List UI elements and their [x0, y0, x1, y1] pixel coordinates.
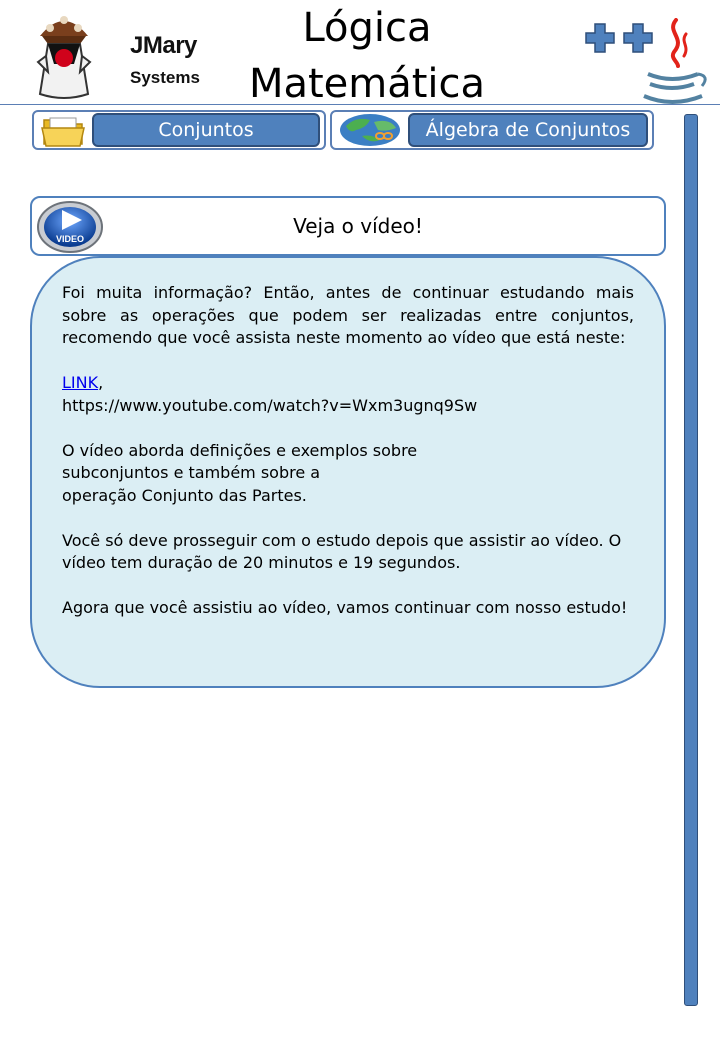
- nav-algebra-de-conjuntos[interactable]: Álgebra de Conjuntos: [330, 110, 654, 150]
- content-box: Foi muita informação? Então, antes de co…: [30, 256, 666, 688]
- link-suffix: ,: [98, 373, 104, 392]
- folder-icon: [41, 117, 85, 147]
- header-divider: [0, 104, 720, 105]
- nav-algebra-label: Álgebra de Conjuntos: [425, 119, 631, 141]
- logo-brand-line1: JMary: [130, 32, 197, 59]
- page-title-line1: Lógica: [302, 5, 432, 51]
- video-url: https://www.youtube.com/watch?v=Wxm3ugnq…: [62, 395, 478, 415]
- link-paragraph: LINK, https://www.youtube.com/watch?v=Wx…: [62, 372, 634, 417]
- nav-conjuntos-button[interactable]: Conjuntos: [92, 113, 320, 147]
- jmary-logo: JMary Systems: [34, 6, 200, 102]
- video-header-title: Veja o vídeo!: [293, 214, 423, 238]
- nav-conjuntos[interactable]: Conjuntos: [32, 110, 326, 150]
- intro-paragraph: Foi muita informação? Então, antes de co…: [62, 283, 634, 347]
- about-line2: subconjuntos e também sobre a: [62, 463, 321, 482]
- duration-paragraph: Você só deve prosseguir com o estudo dep…: [62, 530, 622, 573]
- about-paragraph: O vídeo aborda definições e exemplos sob…: [62, 440, 634, 508]
- about-line1: O vídeo aborda definições e exemplos sob…: [62, 440, 418, 460]
- logo-brand-line2: Systems: [130, 68, 200, 87]
- nav-conjuntos-label: Conjuntos: [158, 119, 254, 141]
- closing-paragraph: Agora que você assistiu ao vídeo, vamos …: [62, 598, 628, 617]
- video-section-header: VIDEO Veja o vídeo!: [30, 196, 666, 256]
- page-title: Lógica Matemática: [200, 0, 534, 112]
- java-cup-icon: [643, 18, 707, 104]
- video-link[interactable]: LINK: [62, 373, 98, 392]
- right-decorative-bar: [684, 114, 698, 1006]
- nav-algebra-button[interactable]: Álgebra de Conjuntos: [408, 113, 648, 147]
- video-icon-text: VIDEO: [56, 234, 84, 244]
- globe-icon: [340, 114, 400, 146]
- plus-icon: [585, 23, 615, 53]
- video-play-icon[interactable]: VIDEO: [36, 200, 104, 254]
- duke-mascot-icon: [36, 16, 92, 99]
- about-line3: operação Conjunto das Partes.: [62, 485, 307, 505]
